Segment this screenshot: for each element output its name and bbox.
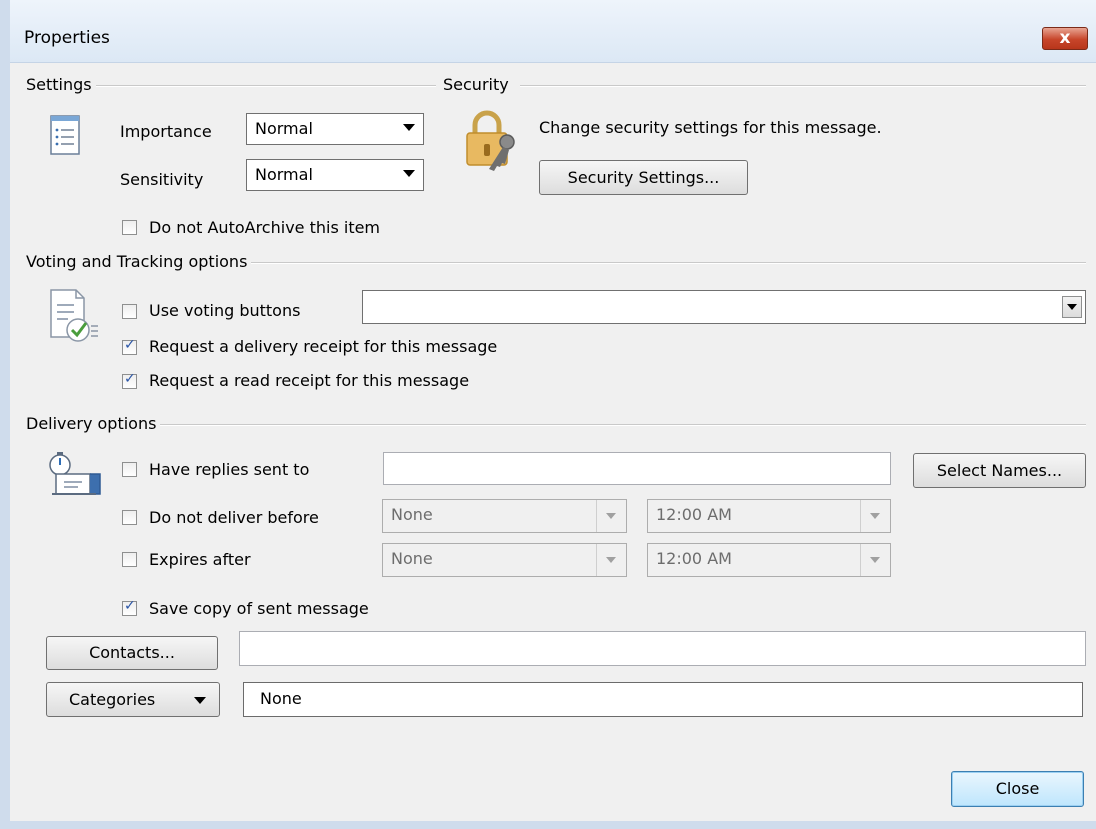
chevron-down-icon	[403, 170, 415, 177]
security-heading: Security	[443, 75, 513, 94]
not-before-time-value: 12:00 AM	[656, 505, 732, 524]
chevron-down-icon	[606, 513, 616, 519]
settings-heading: Settings	[26, 75, 96, 94]
chevron-down-icon	[403, 124, 415, 131]
not-before-time-select[interactable]: 12:00 AM	[647, 499, 891, 533]
dropdown-button[interactable]	[860, 500, 890, 532]
delivery-timer-icon	[46, 452, 102, 500]
save-copy-checkbox[interactable]	[122, 598, 137, 616]
expires-checkbox[interactable]	[122, 552, 137, 567]
replies-input[interactable]	[383, 452, 891, 485]
settings-list-icon	[50, 115, 80, 155]
delivery-receipt-label: Request a delivery receipt for this mess…	[149, 337, 498, 356]
importance-label: Importance	[120, 122, 212, 141]
sensitivity-label: Sensitivity	[120, 170, 204, 189]
select-names-button[interactable]: Select Names...	[913, 453, 1086, 488]
categories-value: None	[260, 689, 302, 708]
dropdown-button[interactable]	[860, 544, 890, 576]
voting-heading: Voting and Tracking options	[26, 252, 252, 271]
delivery-divider	[32, 424, 1086, 426]
read-receipt-checkbox[interactable]	[122, 371, 137, 389]
voting-buttons-select[interactable]	[362, 290, 1086, 324]
save-copy-label: Save copy of sent message	[149, 599, 369, 618]
importance-value: Normal	[255, 119, 313, 138]
security-settings-button[interactable]: Security Settings...	[539, 160, 748, 195]
padlock-key-icon	[461, 109, 525, 173]
security-divider	[520, 85, 1086, 87]
replies-checkbox[interactable]	[122, 462, 137, 477]
autoarchive-label: Do not AutoArchive this item	[149, 218, 381, 237]
contacts-button[interactable]: Contacts...	[46, 636, 218, 670]
title-bar: Properties x	[10, 0, 1096, 63]
read-receipt-label: Request a read receipt for this message	[149, 371, 470, 390]
chevron-down-icon	[870, 557, 880, 563]
security-description: Change security settings for this messag…	[539, 118, 882, 137]
expires-time-value: 12:00 AM	[656, 549, 732, 568]
autoarchive-checkbox[interactable]	[122, 220, 137, 235]
use-voting-checkbox[interactable]	[122, 304, 137, 319]
dropdown-button[interactable]	[596, 500, 626, 532]
not-before-label: Do not deliver before	[149, 508, 319, 527]
window-title: Properties	[24, 28, 110, 48]
importance-select[interactable]: Normal	[246, 113, 424, 145]
categories-label: Categories	[69, 690, 156, 709]
close-button[interactable]: Close	[951, 771, 1084, 807]
chevron-down-icon	[194, 697, 206, 704]
expires-date-select[interactable]: None	[382, 543, 627, 577]
dropdown-button[interactable]	[596, 544, 626, 576]
delivery-heading: Delivery options	[26, 414, 161, 433]
replies-label: Have replies sent to	[149, 460, 310, 479]
not-before-date-select[interactable]: None	[382, 499, 627, 533]
not-before-date-value: None	[391, 505, 433, 524]
dialog-body: Settings Importance Normal Sensitivity N…	[10, 63, 1096, 821]
window-close-button[interactable]: x	[1042, 27, 1088, 50]
sensitivity-select[interactable]: Normal	[246, 159, 424, 191]
use-voting-label: Use voting buttons	[149, 301, 301, 320]
contacts-input[interactable]	[239, 631, 1086, 666]
expires-label: Expires after	[149, 550, 251, 569]
dropdown-button[interactable]	[1062, 296, 1082, 318]
chevron-down-icon	[870, 513, 880, 519]
expires-time-select[interactable]: 12:00 AM	[647, 543, 891, 577]
properties-dialog: Properties x Settings Importance Normal …	[0, 0, 1096, 829]
sensitivity-value: Normal	[255, 165, 313, 184]
expires-date-value: None	[391, 549, 433, 568]
voting-check-icon	[48, 287, 100, 345]
chevron-down-icon	[606, 557, 616, 563]
delivery-receipt-checkbox[interactable]	[122, 337, 137, 355]
chevron-down-icon	[1067, 304, 1077, 310]
categories-button[interactable]: Categories	[46, 682, 220, 717]
not-before-checkbox[interactable]	[122, 510, 137, 525]
categories-field[interactable]: None	[243, 682, 1083, 717]
